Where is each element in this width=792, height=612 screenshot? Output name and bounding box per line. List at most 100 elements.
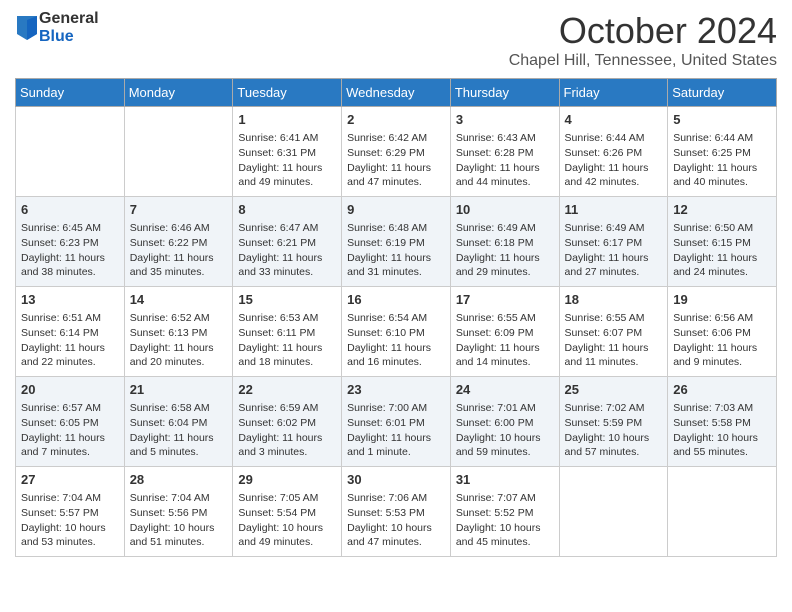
calendar-week-row: 27 Sunrise: 7:04 AM Sunset: 5:57 PM Dayli… bbox=[16, 467, 777, 557]
day-of-week-header: Friday bbox=[559, 79, 668, 107]
day-number: 9 bbox=[347, 201, 445, 219]
day-number: 3 bbox=[456, 111, 554, 129]
day-number: 21 bbox=[130, 381, 228, 399]
calendar-cell: 12 Sunrise: 6:50 AM Sunset: 6:15 PM Dayli… bbox=[668, 197, 777, 287]
logo-general: General bbox=[39, 10, 99, 28]
day-number: 6 bbox=[21, 201, 119, 219]
day-number: 26 bbox=[673, 381, 771, 399]
calendar-cell: 16 Sunrise: 6:54 AM Sunset: 6:10 PM Dayli… bbox=[342, 287, 451, 377]
calendar-cell: 10Sunrise: 6:49 AM Sunset: 6:18 PM Dayli… bbox=[450, 197, 559, 287]
page-header: General Blue October 2024 Chapel Hill, T… bbox=[15, 10, 777, 70]
day-info: Sunrise: 6:49 AM Sunset: 6:17 PM Dayligh… bbox=[565, 221, 663, 280]
day-info: Sunrise: 6:54 AM Sunset: 6:10 PM Dayligh… bbox=[347, 311, 445, 370]
logo: General Blue bbox=[15, 10, 99, 45]
day-number: 1 bbox=[238, 111, 336, 129]
day-info: Sunrise: 6:56 AM Sunset: 6:06 PM Dayligh… bbox=[673, 311, 771, 370]
day-info: Sunrise: 7:01 AM Sunset: 6:00 PM Dayligh… bbox=[456, 401, 554, 460]
calendar-body: 1Sunrise: 6:41 AM Sunset: 6:31 PM Daylig… bbox=[16, 107, 777, 557]
day-of-week-header: Thursday bbox=[450, 79, 559, 107]
day-number: 22 bbox=[238, 381, 336, 399]
day-info: Sunrise: 6:50 AM Sunset: 6:15 PM Dayligh… bbox=[673, 221, 771, 280]
day-info: Sunrise: 6:57 AM Sunset: 6:05 PM Dayligh… bbox=[21, 401, 119, 460]
calendar-cell: 29 Sunrise: 7:05 AM Sunset: 5:54 PM Dayli… bbox=[233, 467, 342, 557]
calendar-cell: 26 Sunrise: 7:03 AM Sunset: 5:58 PM Dayli… bbox=[668, 377, 777, 467]
calendar-cell: 3 Sunrise: 6:43 AM Sunset: 6:28 PM Daylig… bbox=[450, 107, 559, 197]
day-info: Sunrise: 7:05 AM Sunset: 5:54 PM Dayligh… bbox=[238, 491, 336, 550]
day-number: 11 bbox=[565, 201, 663, 219]
day-info: Sunrise: 7:00 AM Sunset: 6:01 PM Dayligh… bbox=[347, 401, 445, 460]
day-of-week-header: Saturday bbox=[668, 79, 777, 107]
day-number: 4 bbox=[565, 111, 663, 129]
day-info: Sunrise: 6:43 AM Sunset: 6:28 PM Dayligh… bbox=[456, 131, 554, 190]
title-block: October 2024 Chapel Hill, Tennessee, Uni… bbox=[509, 10, 777, 70]
day-number: 2 bbox=[347, 111, 445, 129]
calendar-week-row: 1Sunrise: 6:41 AM Sunset: 6:31 PM Daylig… bbox=[16, 107, 777, 197]
calendar-cell: 22 Sunrise: 6:59 AM Sunset: 6:02 PM Dayli… bbox=[233, 377, 342, 467]
logo-blue: Blue bbox=[39, 28, 99, 46]
day-info: Sunrise: 6:58 AM Sunset: 6:04 PM Dayligh… bbox=[130, 401, 228, 460]
calendar-cell: 2 Sunrise: 6:42 AM Sunset: 6:29 PM Daylig… bbox=[342, 107, 451, 197]
day-info: Sunrise: 6:55 AM Sunset: 6:09 PM Dayligh… bbox=[456, 311, 554, 370]
day-number: 12 bbox=[673, 201, 771, 219]
day-info: Sunrise: 6:42 AM Sunset: 6:29 PM Dayligh… bbox=[347, 131, 445, 190]
calendar-cell: 24 Sunrise: 7:01 AM Sunset: 6:00 PM Dayli… bbox=[450, 377, 559, 467]
day-of-week-header: Wednesday bbox=[342, 79, 451, 107]
calendar-cell: 4 Sunrise: 6:44 AM Sunset: 6:26 PM Daylig… bbox=[559, 107, 668, 197]
calendar-cell: 23 Sunrise: 7:00 AM Sunset: 6:01 PM Dayli… bbox=[342, 377, 451, 467]
calendar-cell: 8 Sunrise: 6:47 AM Sunset: 6:21 PM Daylig… bbox=[233, 197, 342, 287]
calendar-cell bbox=[16, 107, 125, 197]
logo-icon bbox=[17, 16, 37, 40]
calendar-cell: 28Sunrise: 7:04 AM Sunset: 5:56 PM Dayli… bbox=[124, 467, 233, 557]
day-number: 24 bbox=[456, 381, 554, 399]
day-number: 25 bbox=[565, 381, 663, 399]
calendar-header-row: SundayMondayTuesdayWednesdayThursdayFrid… bbox=[16, 79, 777, 107]
calendar-table: SundayMondayTuesdayWednesdayThursdayFrid… bbox=[15, 78, 777, 557]
day-info: Sunrise: 7:07 AM Sunset: 5:52 PM Dayligh… bbox=[456, 491, 554, 550]
location-title: Chapel Hill, Tennessee, United States bbox=[509, 52, 777, 70]
day-number: 31 bbox=[456, 471, 554, 489]
calendar-cell bbox=[559, 467, 668, 557]
day-number: 17 bbox=[456, 291, 554, 309]
day-number: 18 bbox=[565, 291, 663, 309]
calendar-week-row: 20 Sunrise: 6:57 AM Sunset: 6:05 PM Dayli… bbox=[16, 377, 777, 467]
day-info: Sunrise: 6:59 AM Sunset: 6:02 PM Dayligh… bbox=[238, 401, 336, 460]
calendar-cell: 20 Sunrise: 6:57 AM Sunset: 6:05 PM Dayli… bbox=[16, 377, 125, 467]
logo-text: General Blue bbox=[39, 10, 99, 45]
day-info: Sunrise: 6:45 AM Sunset: 6:23 PM Dayligh… bbox=[21, 221, 119, 280]
day-info: Sunrise: 6:52 AM Sunset: 6:13 PM Dayligh… bbox=[130, 311, 228, 370]
day-info: Sunrise: 7:02 AM Sunset: 5:59 PM Dayligh… bbox=[565, 401, 663, 460]
day-number: 16 bbox=[347, 291, 445, 309]
calendar-cell: 14Sunrise: 6:52 AM Sunset: 6:13 PM Dayli… bbox=[124, 287, 233, 377]
day-number: 27 bbox=[21, 471, 119, 489]
calendar-cell: 7Sunrise: 6:46 AM Sunset: 6:22 PM Daylig… bbox=[124, 197, 233, 287]
calendar-cell: 17 Sunrise: 6:55 AM Sunset: 6:09 PM Dayli… bbox=[450, 287, 559, 377]
day-number: 23 bbox=[347, 381, 445, 399]
day-info: Sunrise: 6:53 AM Sunset: 6:11 PM Dayligh… bbox=[238, 311, 336, 370]
calendar-cell: 13 Sunrise: 6:51 AM Sunset: 6:14 PM Dayli… bbox=[16, 287, 125, 377]
day-info: Sunrise: 7:04 AM Sunset: 5:56 PM Dayligh… bbox=[130, 491, 228, 550]
calendar-cell: 25 Sunrise: 7:02 AM Sunset: 5:59 PM Dayli… bbox=[559, 377, 668, 467]
calendar-week-row: 6 Sunrise: 6:45 AM Sunset: 6:23 PM Daylig… bbox=[16, 197, 777, 287]
day-of-week-header: Monday bbox=[124, 79, 233, 107]
day-info: Sunrise: 6:49 AM Sunset: 6:18 PM Dayligh… bbox=[456, 221, 554, 280]
calendar-cell bbox=[668, 467, 777, 557]
day-info: Sunrise: 6:55 AM Sunset: 6:07 PM Dayligh… bbox=[565, 311, 663, 370]
calendar-cell: 11 Sunrise: 6:49 AM Sunset: 6:17 PM Dayli… bbox=[559, 197, 668, 287]
day-info: Sunrise: 7:04 AM Sunset: 5:57 PM Dayligh… bbox=[21, 491, 119, 550]
calendar-cell: 15Sunrise: 6:53 AM Sunset: 6:11 PM Dayli… bbox=[233, 287, 342, 377]
month-title: October 2024 bbox=[509, 10, 777, 52]
calendar-cell: 5Sunrise: 6:44 AM Sunset: 6:25 PM Daylig… bbox=[668, 107, 777, 197]
day-number: 29 bbox=[238, 471, 336, 489]
day-number: 20 bbox=[21, 381, 119, 399]
day-info: Sunrise: 6:44 AM Sunset: 6:25 PM Dayligh… bbox=[673, 131, 771, 190]
day-info: Sunrise: 6:44 AM Sunset: 6:26 PM Dayligh… bbox=[565, 131, 663, 190]
day-info: Sunrise: 6:47 AM Sunset: 6:21 PM Dayligh… bbox=[238, 221, 336, 280]
calendar-cell: 21 Sunrise: 6:58 AM Sunset: 6:04 PM Dayli… bbox=[124, 377, 233, 467]
day-number: 13 bbox=[21, 291, 119, 309]
calendar-cell: 31 Sunrise: 7:07 AM Sunset: 5:52 PM Dayli… bbox=[450, 467, 559, 557]
day-of-week-header: Tuesday bbox=[233, 79, 342, 107]
day-info: Sunrise: 7:03 AM Sunset: 5:58 PM Dayligh… bbox=[673, 401, 771, 460]
day-info: Sunrise: 6:48 AM Sunset: 6:19 PM Dayligh… bbox=[347, 221, 445, 280]
day-number: 8 bbox=[238, 201, 336, 219]
day-info: Sunrise: 6:51 AM Sunset: 6:14 PM Dayligh… bbox=[21, 311, 119, 370]
